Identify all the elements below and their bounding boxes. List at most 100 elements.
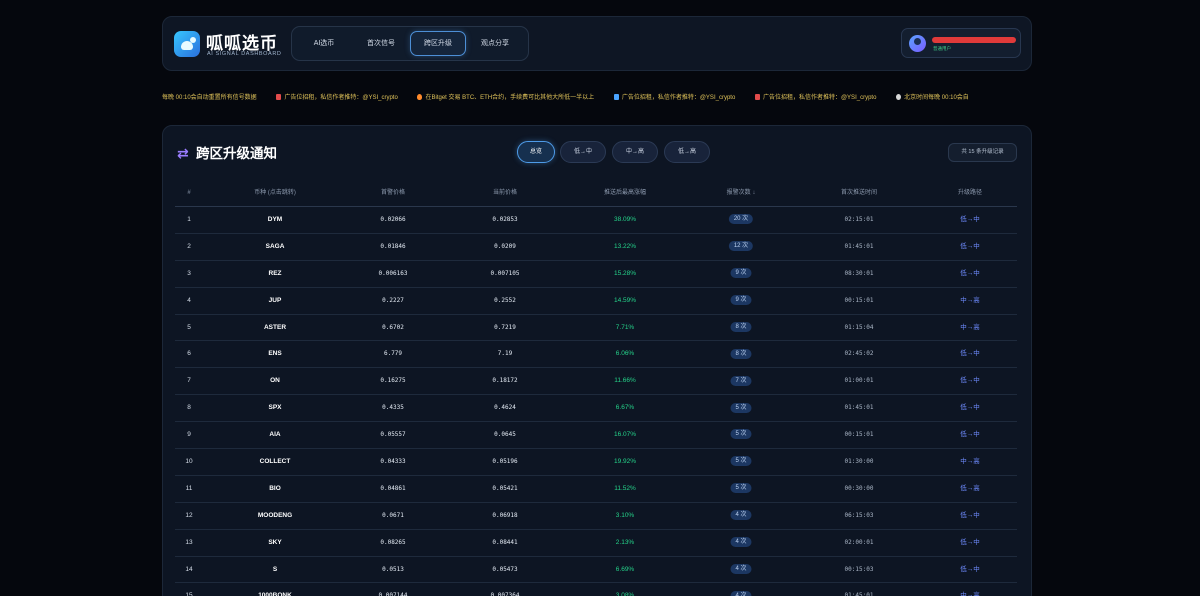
table-row: 6 ENS 6.779 7.19 6.06% 8 次 02:45:02 低→中	[175, 341, 1017, 369]
row-index: 10	[185, 458, 193, 466]
upgrade-path: 中→高	[960, 458, 980, 466]
first-alert-price: 6.779	[383, 350, 403, 358]
first-push-time: 02:00:01	[844, 538, 874, 546]
row-index: 4	[187, 296, 191, 304]
coin-symbol-link[interactable]: ASTER	[264, 315, 286, 341]
first-push-time: 01:00:01	[844, 377, 874, 385]
nav-first-signal[interactable]: 首次信号	[353, 31, 409, 56]
upgrade-path: 低→中	[960, 269, 980, 277]
ticker-item: 广告位招租，私信作者推特：@YSI_crypto	[613, 94, 735, 101]
first-push-time: 02:15:01	[844, 216, 874, 223]
announcement-ticker: 每晚 00:10会自动重置所有信号数据 广告位招租，私信作者推特：@YSI_cr…	[162, 92, 1032, 104]
alert-count-value: 5 次	[730, 483, 752, 494]
coin-symbol-link[interactable]: COLLECT	[260, 449, 291, 475]
alert-count-badge: 12 次	[728, 234, 754, 260]
nav-ai-pick[interactable]: AI选币	[296, 31, 352, 56]
logo[interactable]: 呱呱选币 AI SIGNAL DASHBOARD	[174, 29, 284, 61]
current-price: 0.2552	[494, 296, 516, 304]
current-price: 0.007364	[490, 592, 520, 596]
coin-symbol-link[interactable]: BIO	[269, 476, 281, 502]
filter-mid-to-high[interactable]: 中→高	[612, 141, 658, 163]
row-index: 11	[185, 484, 193, 492]
first-push-time: 01:15:04	[844, 323, 874, 331]
filter-overview[interactable]: 总览	[517, 141, 555, 163]
table-row: 14 S 0.0513 0.05473 6.69% 4 次 00:15:03 低→中	[175, 557, 1017, 584]
alert-count-badge: 8 次	[730, 315, 752, 341]
alert-count-value: 12 次	[728, 241, 754, 252]
upgrade-path: 低→中	[960, 216, 980, 223]
alert-count-badge: 4 次	[730, 503, 752, 529]
nav-cross-zone-upgrade[interactable]: 跨区升级	[410, 31, 466, 56]
max-gain: 6.69%	[615, 565, 635, 573]
alert-count-value: 4 次	[730, 590, 752, 596]
filter-low-to-high[interactable]: 低→高	[664, 141, 710, 163]
max-gain: 3.10%	[615, 511, 635, 519]
upgrade-table: # 币种 (点击跳转) 首警价格 当前价格 推送后最高涨幅 报警次数 ↓ 首次推…	[175, 180, 1017, 596]
header-max-gain: 推送后最高涨幅	[603, 190, 647, 196]
table-row: 9 AIA 0.05557 0.0645 16.07% 5 次 00:15:01 低→中	[175, 422, 1017, 450]
alert-count-badge: 9 次	[730, 261, 752, 287]
coin-symbol-link[interactable]: 1000BONK	[258, 583, 292, 596]
first-push-time: 00:15:01	[844, 296, 874, 304]
coin-symbol-link[interactable]: SPX	[268, 395, 281, 421]
alert-count-value: 8 次	[730, 321, 752, 332]
user-status: 普通用户	[933, 46, 951, 51]
current-price: 7.19	[497, 350, 513, 358]
current-price: 0.08441	[492, 538, 518, 546]
alert-count-badge: 20 次	[728, 207, 754, 233]
table-body: 1 DYM 0.02066 0.02853 38.09% 20 次 02:15:01 低→中 2…	[175, 207, 1017, 596]
coin-symbol-link[interactable]: JUP	[269, 288, 282, 314]
coin-symbol-link[interactable]: DYM	[268, 207, 282, 233]
coin-symbol-link[interactable]: AIA	[269, 422, 280, 448]
table-row: 5 ASTER 0.6702 0.7219 7.71% 8 次 01:15:04 中→高	[175, 315, 1017, 342]
alert-count-value: 5 次	[730, 402, 752, 413]
table-row: 13 SKY 0.08265 0.08441 2.13% 4 次 02:00:01 低→中	[175, 530, 1017, 557]
table-row: 11 BIO 0.04861 0.05421 11.52% 5 次 00:30:00 低→高	[175, 476, 1017, 503]
nav-opinion-share[interactable]: 观点分享	[467, 31, 523, 56]
max-gain: 11.66%	[614, 377, 636, 385]
coin-symbol-link[interactable]: ON	[270, 368, 280, 394]
first-alert-price: 0.05557	[380, 431, 406, 439]
alert-count-badge: 5 次	[730, 449, 752, 475]
first-alert-price: 0.04333	[380, 458, 406, 466]
max-gain: 7.71%	[615, 323, 635, 331]
current-price: 0.02853	[492, 216, 518, 223]
alert-count-value: 4 次	[730, 510, 752, 521]
alert-count-badge: 5 次	[730, 395, 752, 421]
coin-symbol-link[interactable]: SAGA	[266, 234, 285, 260]
alert-count-badge: 4 次	[730, 557, 752, 583]
first-push-time: 06:15:03	[844, 511, 874, 519]
upgrade-path: 中→高	[960, 296, 980, 304]
record-count-button[interactable]: 共 15 条升级记录	[948, 143, 1017, 162]
ticker-item: 广告位招租，私信作者推特：@YSI_crypto	[276, 94, 398, 101]
first-alert-price: 0.04861	[380, 484, 406, 492]
coin-symbol-link[interactable]: REZ	[269, 261, 282, 287]
first-push-time: 01:45:01	[844, 592, 874, 596]
ticker-item: 在Bitget 交易 BTC、ETH合约，手续费可比其他大所低一半以上	[417, 94, 594, 101]
header-alert-count-sort[interactable]: 报警次数 ↓	[727, 180, 756, 206]
header-upgrade-path: 升级路径	[957, 190, 983, 196]
upgrade-path: 低→中	[960, 404, 980, 412]
coin-symbol-link[interactable]: SKY	[268, 530, 281, 556]
max-gain: 11.52%	[614, 484, 636, 492]
alert-count-badge: 9 次	[730, 288, 752, 314]
ticker-item: 每晚 00:10会自动重置所有信号数据	[162, 95, 257, 101]
max-gain: 6.67%	[615, 404, 635, 412]
coin-symbol-link[interactable]: ENS	[268, 341, 281, 367]
header-symbol: 币种 (点击跳转)	[254, 190, 296, 196]
max-gain: 38.09%	[613, 216, 637, 223]
first-alert-price: 0.08265	[380, 538, 406, 546]
avatar	[909, 35, 926, 52]
current-price: 0.007105	[490, 269, 520, 277]
coin-symbol-link[interactable]: MOODENG	[258, 503, 292, 529]
table-header: # 币种 (点击跳转) 首警价格 当前价格 推送后最高涨幅 报警次数 ↓ 首次推…	[175, 180, 1017, 207]
user-menu[interactable]: 普通用户	[901, 28, 1021, 58]
coin-symbol-link[interactable]: S	[273, 557, 277, 583]
row-index: 5	[187, 323, 191, 331]
alert-count-badge: 4 次	[730, 583, 752, 596]
alert-count-badge: 5 次	[730, 422, 752, 448]
upgrade-path: 低→中	[960, 565, 980, 573]
alert-count-badge: 7 次	[730, 368, 752, 394]
filter-low-to-mid[interactable]: 低→中	[560, 141, 606, 163]
upgrade-path: 低→中	[960, 242, 980, 250]
